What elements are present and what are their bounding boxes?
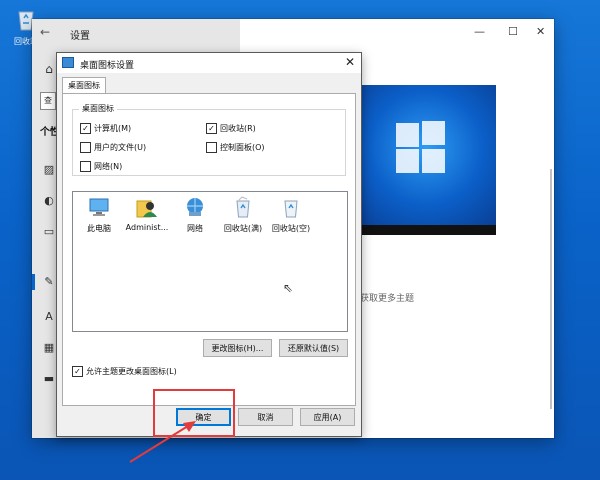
- annotation-arrow-icon: [129, 421, 196, 463]
